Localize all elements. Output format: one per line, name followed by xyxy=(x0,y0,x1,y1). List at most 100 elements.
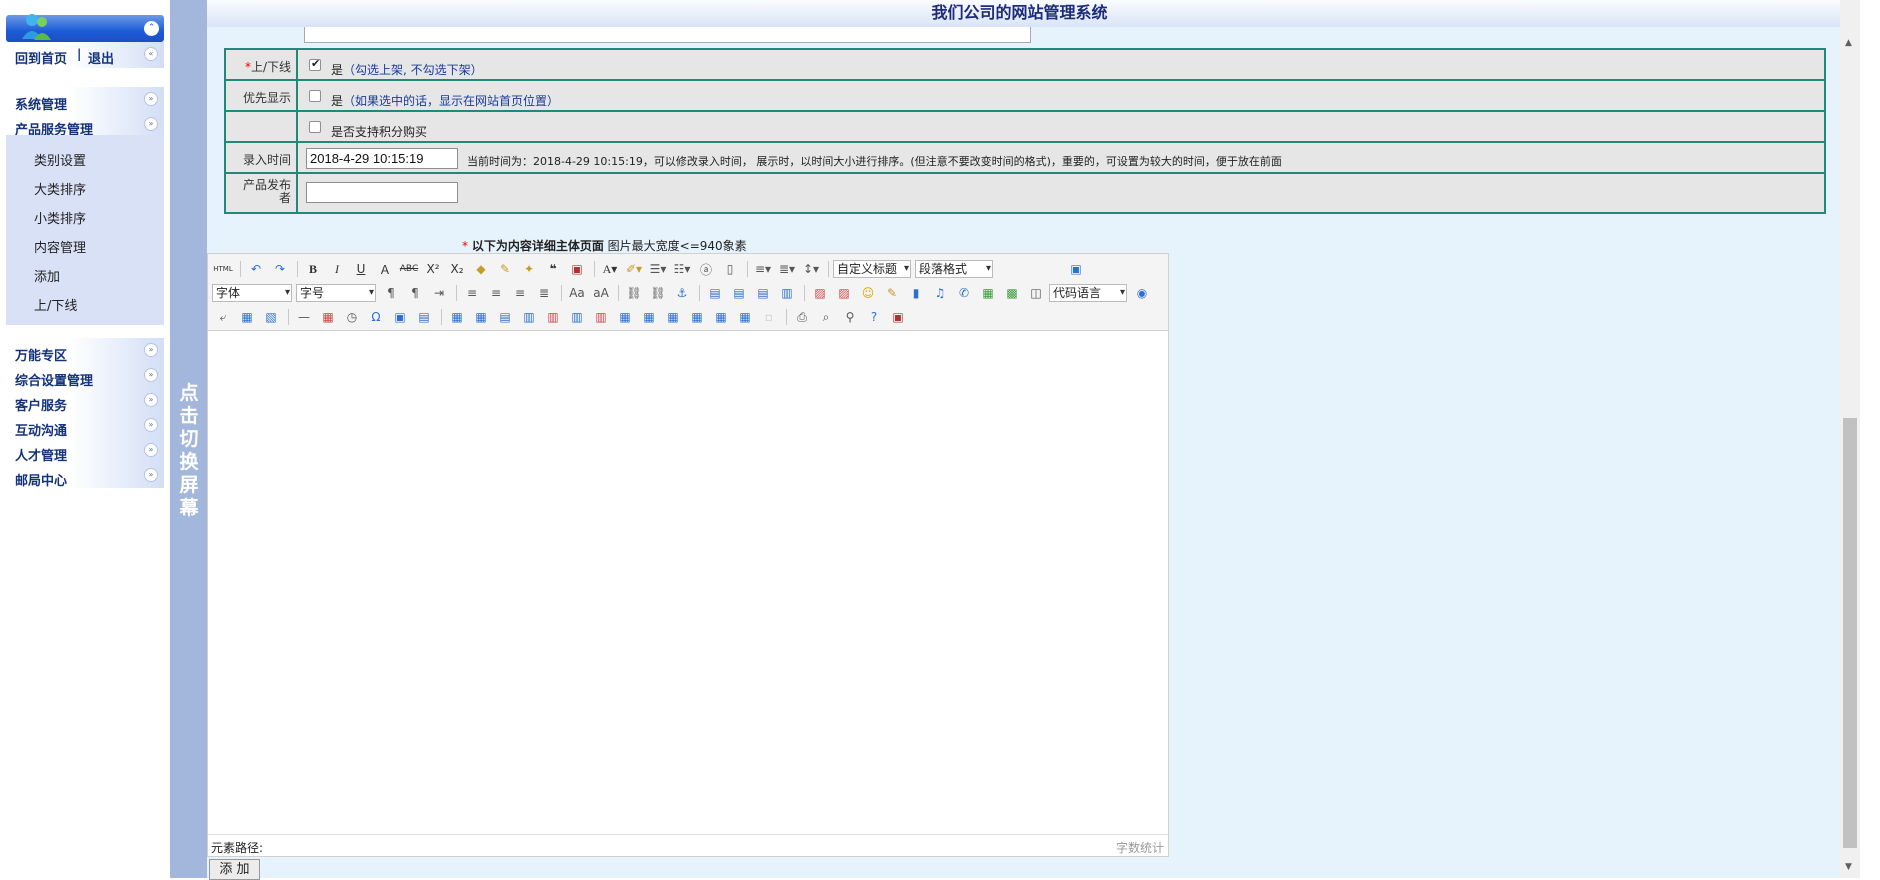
double-chevron-down-icon[interactable]: » xyxy=(144,368,158,382)
clear-doc-icon[interactable]: ▯ xyxy=(719,259,741,279)
anchor-icon[interactable]: ⚓ xyxy=(671,283,693,303)
double-chevron-down-icon[interactable]: » xyxy=(144,443,158,457)
delete-col-icon[interactable]: ▥ xyxy=(590,307,612,327)
merge-right-icon[interactable]: ▦ xyxy=(638,307,660,327)
scroll-up-icon[interactable]: ▲ xyxy=(1845,38,1852,48)
font-color-icon[interactable]: A▾ xyxy=(599,259,621,279)
undo-icon[interactable]: ↶ xyxy=(245,259,267,279)
insert-table-icon[interactable]: ▦ xyxy=(446,307,468,327)
ltr-icon[interactable]: ¶ xyxy=(380,283,402,303)
uppercase-icon[interactable]: Aa xyxy=(566,283,588,303)
multi-image-icon[interactable]: ▨ xyxy=(833,283,855,303)
help-globe-icon[interactable]: ◉ xyxy=(1131,283,1153,303)
split-rows-icon[interactable]: ▦ xyxy=(710,307,732,327)
rtl-icon[interactable]: ¶ xyxy=(404,283,426,303)
link-icon[interactable]: ⛓ xyxy=(623,283,645,303)
menu-item-interaction[interactable]: 互动沟通 » xyxy=(6,413,164,439)
insert-col-icon[interactable]: ▥ xyxy=(566,307,588,327)
scrawl-icon[interactable]: ✎ xyxy=(881,283,903,303)
subscript-icon[interactable]: X₂ xyxy=(446,259,468,279)
auto-format-icon[interactable]: ✦ xyxy=(518,259,540,279)
insert-row-icon[interactable]: ▥ xyxy=(518,307,540,327)
menu-item-universal[interactable]: 万能专区 » xyxy=(6,338,164,364)
image-float-right-icon[interactable]: ▤ xyxy=(752,283,774,303)
unordered-list-icon[interactable]: ☷▾ xyxy=(671,259,693,279)
emoticon-icon[interactable]: ☺ xyxy=(857,283,879,303)
double-chevron-down-icon[interactable]: » xyxy=(144,92,158,106)
double-chevron-down-icon[interactable]: » xyxy=(144,393,158,407)
map-icon[interactable]: ▦ xyxy=(977,283,999,303)
priority-checkbox[interactable] xyxy=(309,90,321,102)
row-spacing-bottom-icon[interactable]: ≣▾ xyxy=(776,259,798,279)
row-spacing-top-icon[interactable]: ≡▾ xyxy=(752,259,774,279)
submenu-item-online[interactable]: 上/下线 xyxy=(34,295,77,314)
menu-item-system[interactable]: 系统管理 » xyxy=(6,87,164,113)
toggle-screen-splitter[interactable]: 点击切换屏幕 xyxy=(170,0,207,878)
submenu-item-content[interactable]: 内容管理 xyxy=(34,237,86,256)
double-chevron-left-icon[interactable]: « xyxy=(144,47,158,61)
html-source-icon[interactable]: HTML xyxy=(212,259,234,279)
select-all-icon[interactable]: ⓐ xyxy=(695,259,717,279)
merge-down-icon[interactable]: ▦ xyxy=(662,307,684,327)
double-chevron-down-icon[interactable]: » xyxy=(144,117,158,131)
split-cols-icon[interactable]: ▦ xyxy=(734,307,756,327)
google-map-icon[interactable]: ▩ xyxy=(1001,283,1023,303)
blockquote-icon[interactable]: ❝ xyxy=(542,259,564,279)
paste-plain-icon[interactable]: ▣ xyxy=(566,259,588,279)
italic-icon[interactable]: I xyxy=(326,259,348,279)
eraser-icon[interactable]: ◆ xyxy=(470,259,492,279)
line-height-icon[interactable]: ↕▾ xyxy=(800,259,822,279)
ordered-list-icon[interactable]: ☰▾ xyxy=(647,259,669,279)
format-brush-icon[interactable]: ✎ xyxy=(494,259,516,279)
special-char-icon[interactable]: Ω xyxy=(365,307,387,327)
home-link[interactable]: 回到首页 xyxy=(15,48,67,67)
insert-paragraph-before-table-icon[interactable]: ▤ xyxy=(494,307,516,327)
print-icon[interactable]: ⎙ xyxy=(791,307,813,327)
template-icon[interactable]: ▦ xyxy=(236,307,258,327)
search-replace-icon[interactable]: ⚲ xyxy=(839,307,861,327)
image-icon[interactable]: ▨ xyxy=(809,283,831,303)
code-language-select[interactable]: 代码语言 xyxy=(1049,284,1127,302)
horizontal-rule-icon[interactable]: — xyxy=(293,307,315,327)
align-left-icon[interactable]: ≡ xyxy=(461,283,483,303)
date-icon[interactable]: ▦ xyxy=(317,307,339,327)
preview-icon[interactable]: ⌕ xyxy=(815,307,837,327)
submenu-item-minor-sort[interactable]: 小类排序 xyxy=(34,208,86,227)
fullscreen-icon[interactable]: ▣ xyxy=(1065,259,1087,279)
background-color-icon[interactable]: ✐▾ xyxy=(623,259,645,279)
editor-content-area[interactable] xyxy=(208,332,1168,835)
redo-icon[interactable]: ↷ xyxy=(269,259,291,279)
delete-table-icon[interactable]: ▦ xyxy=(470,307,492,327)
double-chevron-down-icon[interactable]: » xyxy=(144,468,158,482)
help-icon[interactable]: ? xyxy=(863,307,885,327)
online-checkbox[interactable] xyxy=(309,57,321,71)
collapse-sidebar-icon[interactable]: ⌃ xyxy=(144,21,159,36)
background-icon[interactable]: ▧ xyxy=(260,307,282,327)
iframe-icon[interactable]: ◫ xyxy=(1025,283,1047,303)
lowercase-icon[interactable]: aA xyxy=(590,283,612,303)
strikethrough-icon[interactable]: ABC xyxy=(398,259,420,279)
video-icon[interactable]: ▮ xyxy=(905,283,927,303)
submenu-item-major-sort[interactable]: 大类排序 xyxy=(34,179,86,198)
align-center-icon[interactable]: ≡ xyxy=(485,283,507,303)
delete-row-icon[interactable]: ▥ xyxy=(542,307,564,327)
superscript-icon[interactable]: X² xyxy=(422,259,444,279)
font-border-icon[interactable]: Ａ xyxy=(374,259,396,279)
bold-icon[interactable]: B xyxy=(302,259,324,279)
menu-item-products[interactable]: 产品服务管理 » xyxy=(6,112,164,138)
snapscreen-icon[interactable]: ▣ xyxy=(389,307,411,327)
indent-icon[interactable]: ⇥ xyxy=(428,283,450,303)
menu-item-settings[interactable]: 综合设置管理 » xyxy=(6,363,164,389)
unlink-icon[interactable]: ⛓ xyxy=(647,283,669,303)
submenu-item-add[interactable]: 添加 xyxy=(34,266,60,285)
menu-item-mail[interactable]: 邮局中心 » xyxy=(6,463,164,489)
add-button[interactable]: 添 加 xyxy=(209,859,260,880)
font-family-select[interactable]: 字体 xyxy=(212,284,292,302)
time-icon[interactable]: ◷ xyxy=(341,307,363,327)
underline-icon[interactable]: U xyxy=(350,259,372,279)
publisher-input[interactable] xyxy=(306,182,458,203)
points-checkbox[interactable] xyxy=(309,121,321,133)
textarea-bottom-edge[interactable] xyxy=(304,27,1031,43)
logout-link[interactable]: 退出 xyxy=(88,48,114,67)
font-size-select[interactable]: 字号 xyxy=(296,284,376,302)
